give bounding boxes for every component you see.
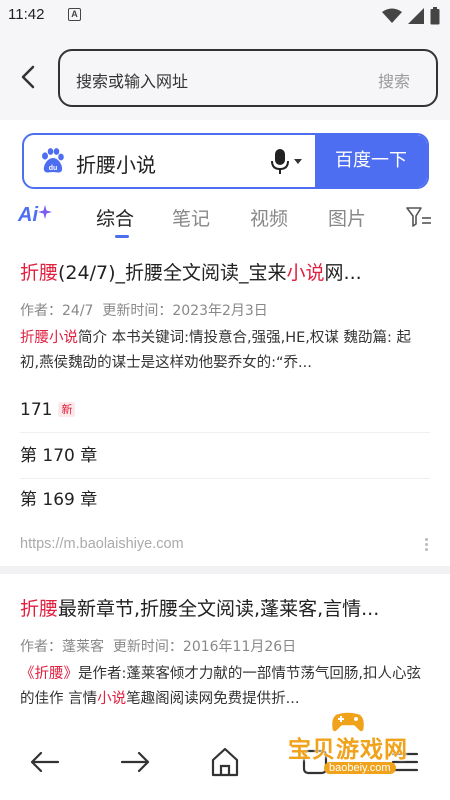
snippet-highlight: 小说 bbox=[97, 691, 127, 707]
microphone-icon[interactable] bbox=[270, 149, 290, 175]
title-text: (24/7)_折腰全文阅读_宝来 bbox=[58, 262, 287, 284]
notification-a-icon: A bbox=[68, 8, 81, 21]
tab-images[interactable]: 图片 bbox=[328, 204, 366, 231]
result-snippet: 《折腰》是作者:蓬莱客倾才力献的一部情节荡气回肠,扣人心弦的佳作 言情小说笔趣阁… bbox=[20, 662, 430, 712]
title-highlight: 折腰 bbox=[20, 598, 59, 620]
snippet-highlight: 《折腰》 bbox=[20, 666, 78, 682]
chapter-label: 171 bbox=[20, 400, 53, 420]
chapter-link[interactable]: 第 169 章 bbox=[20, 478, 430, 523]
home-icon bbox=[211, 747, 239, 777]
sparkle-icon bbox=[38, 205, 52, 219]
back-arrow-icon bbox=[30, 751, 60, 773]
title-text: 网... bbox=[324, 262, 362, 284]
title-highlight: 折腰 bbox=[20, 262, 59, 284]
svg-text:du: du bbox=[49, 165, 58, 172]
more-options-icon[interactable] bbox=[425, 536, 431, 553]
watermark-logo: 宝贝游戏网 baobeiy.com bbox=[268, 708, 428, 784]
snippet-text: 简介 本书关键词:情投意合,强强,HE,权谋 魏劭篇: 起初,燕侯魏劭的谋士是这… bbox=[20, 330, 411, 371]
back-button[interactable] bbox=[14, 62, 44, 92]
chapter-label: 第 169 章 bbox=[20, 490, 98, 510]
chapter-label: 第 170 章 bbox=[20, 446, 98, 466]
result-source-url[interactable]: https://m.baolaishiye.com bbox=[20, 536, 184, 552]
tab-videos[interactable]: 视频 bbox=[250, 204, 288, 231]
wifi-icon bbox=[382, 8, 402, 23]
address-bar[interactable]: 搜索或输入网址 搜索 bbox=[58, 49, 438, 107]
result-title[interactable]: 折腰最新章节,折腰全文阅读,蓬莱客,言情... bbox=[20, 594, 420, 621]
title-text: 最新章节,折腰全文阅读,蓬莱客,言情... bbox=[58, 598, 380, 620]
browser-toolbar: 搜索或输入网址 搜索 bbox=[0, 34, 450, 120]
active-tab-indicator bbox=[115, 235, 129, 238]
battery-icon bbox=[430, 7, 440, 25]
result-meta: 作者：24/7 更新时间：2023年2月3日 bbox=[20, 300, 268, 320]
status-bar: 11:42 A bbox=[0, 0, 450, 34]
chevron-down-icon[interactable] bbox=[294, 159, 302, 164]
result-snippet: 折腰小说简介 本书关键词:情投意合,强强,HE,权谋 魏劭篇: 起初,燕侯魏劭的… bbox=[20, 326, 430, 376]
author-value: 蓬莱客 bbox=[62, 639, 104, 655]
tab-notes[interactable]: 笔记 bbox=[172, 204, 210, 231]
ai-label: Ai bbox=[18, 204, 38, 226]
baidu-paw-icon: du bbox=[42, 148, 64, 173]
result-tabs: Ai 综合 笔记 视频 图片 bbox=[0, 196, 450, 240]
baidu-search-box[interactable]: du 折腰小说 百度一下 bbox=[22, 133, 429, 189]
search-result-card: 折腰(24/7)_折腰全文阅读_宝来小说网... 作者：24/7 更新时间：20… bbox=[0, 248, 450, 566]
new-badge: 新 bbox=[58, 402, 76, 417]
title-highlight: 小说 bbox=[286, 262, 325, 284]
forward-arrow-icon bbox=[120, 751, 150, 773]
updated-label: 更新时间： bbox=[102, 303, 173, 319]
updated-value: 2023年2月3日 bbox=[172, 303, 268, 319]
nav-home-button[interactable] bbox=[208, 745, 242, 779]
snippet-highlight: 折腰小说 bbox=[20, 330, 78, 346]
ai-assistant-icon[interactable]: Ai bbox=[18, 204, 62, 228]
author-label: 作者： bbox=[20, 303, 62, 319]
author-label: 作者： bbox=[20, 639, 62, 655]
result-meta: 作者：蓬莱客 更新时间：2016年11月26日 bbox=[20, 636, 296, 656]
address-search-button[interactable]: 搜索 bbox=[378, 68, 410, 92]
updated-label: 更新时间： bbox=[112, 639, 183, 655]
nav-back-button[interactable] bbox=[28, 745, 62, 779]
baidu-search-button[interactable]: 百度一下 bbox=[315, 135, 427, 187]
watermark-url: baobeiy.com bbox=[324, 762, 396, 774]
card-separator bbox=[0, 566, 450, 574]
updated-value: 2016年11月26日 bbox=[182, 639, 297, 655]
snippet-text: 笔趣阁阅读网免费提供折... bbox=[126, 691, 300, 707]
baidu-search-query[interactable]: 折腰小说 bbox=[76, 149, 156, 178]
filter-icon[interactable] bbox=[406, 206, 432, 228]
signal-icon bbox=[408, 8, 424, 24]
author-value: 24/7 bbox=[62, 303, 94, 319]
chevron-left-icon bbox=[21, 65, 35, 89]
chapter-link[interactable]: 第 170 章 bbox=[20, 434, 430, 479]
chapter-link[interactable]: 171 新 bbox=[20, 388, 430, 433]
nav-forward-button[interactable] bbox=[118, 745, 152, 779]
status-time: 11:42 bbox=[8, 6, 45, 23]
result-title[interactable]: 折腰(24/7)_折腰全文阅读_宝来小说网... bbox=[20, 258, 420, 285]
tab-comprehensive[interactable]: 综合 bbox=[96, 204, 134, 231]
address-placeholder: 搜索或输入网址 bbox=[76, 72, 189, 91]
watermark-text: 宝贝游戏网 bbox=[288, 737, 408, 763]
status-icons bbox=[382, 6, 440, 26]
